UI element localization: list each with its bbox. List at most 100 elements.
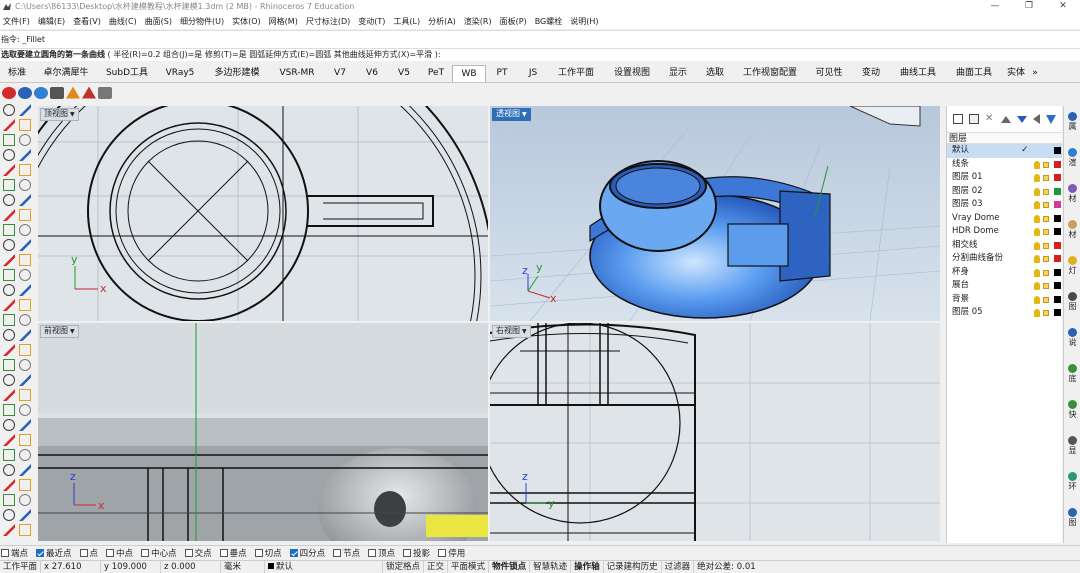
layer-name[interactable]: 默认	[952, 145, 969, 155]
layer-name[interactable]: 分割曲线备份	[952, 253, 1003, 263]
right-panel-tab[interactable]: 渲	[1064, 148, 1080, 168]
layer-lock-icon[interactable]	[1043, 310, 1049, 316]
tab-v7[interactable]: V7	[324, 65, 356, 82]
tool-button-icon[interactable]	[19, 404, 31, 416]
layer-name[interactable]: 图层 01	[952, 172, 983, 182]
tab-standard[interactable]: 标准	[0, 65, 34, 82]
layer-visibility-bulb-icon[interactable]	[1034, 160, 1040, 169]
osnap-checkbox[interactable]: 中点	[106, 547, 133, 559]
tool-button-icon[interactable]	[3, 389, 15, 401]
tool-button-icon[interactable]	[19, 209, 31, 221]
tool-button-icon[interactable]	[3, 119, 15, 131]
layer-name[interactable]: 杯身	[952, 267, 969, 277]
layer-lock-icon[interactable]	[1043, 242, 1049, 249]
material-sphere-icon[interactable]	[18, 86, 32, 99]
tool-button-icon[interactable]	[19, 494, 31, 506]
environment-sphere-icon[interactable]	[34, 86, 48, 99]
layer-name[interactable]: HDR Dome	[952, 226, 999, 236]
tool-button-icon[interactable]	[19, 194, 31, 206]
tool-button-icon[interactable]	[19, 179, 31, 191]
right-panel-tab[interactable]: 底	[1064, 364, 1080, 384]
chevron-down-icon[interactable]: ▼	[70, 111, 75, 118]
layer-color-swatch[interactable]	[1054, 228, 1061, 235]
tool-button-icon[interactable]	[3, 359, 15, 371]
render-sphere-icon[interactable]	[2, 86, 16, 99]
tab-pt[interactable]: PT	[486, 65, 518, 82]
menu-surface[interactable]: 曲面(S)	[145, 16, 172, 27]
tool-button-icon[interactable]	[3, 494, 15, 506]
tool-button-icon[interactable]	[3, 479, 15, 491]
menu-dimension[interactable]: 尺寸标注(D)	[306, 16, 350, 27]
layer-visibility-bulb-icon[interactable]	[1034, 241, 1040, 250]
checkbox-icon[interactable]	[333, 548, 342, 557]
tool-button-icon[interactable]	[19, 269, 31, 281]
tool-button-icon[interactable]	[19, 119, 31, 131]
layer-visibility-bulb-icon[interactable]	[1034, 201, 1040, 209]
osnap-checkbox[interactable]: 点	[79, 547, 98, 559]
viewport-front-label[interactable]: 前视图 ▼	[40, 325, 79, 338]
command-options[interactable]: ( 半径(R)=0.2 组合(J)=是 修剪(T)=是 圆弧延伸方式(E)=圆弧…	[105, 50, 441, 59]
chevron-down-icon[interactable]: ▼	[522, 328, 527, 335]
menu-mesh[interactable]: 网格(M)	[269, 16, 298, 27]
menu-panels[interactable]: 面板(P)	[500, 16, 527, 27]
tab-vsr-mr[interactable]: VSR-MR	[270, 65, 324, 82]
chevron-down-icon[interactable]: ▼	[522, 111, 527, 118]
tool-button-icon[interactable]	[3, 344, 15, 356]
layer-color-swatch[interactable]	[1054, 295, 1061, 303]
layer-color-swatch[interactable]	[1054, 187, 1061, 195]
tool-button-icon[interactable]	[19, 464, 31, 476]
tab-select[interactable]: 选取	[696, 65, 734, 82]
tab-viewport-layout[interactable]: 工作视窗配置	[734, 65, 806, 82]
osnap-checkbox[interactable]: 端点	[1, 547, 28, 559]
tab-display[interactable]: 显示	[660, 65, 696, 82]
tab-vray5[interactable]: VRay5	[156, 65, 204, 82]
osnap-checkbox[interactable]: 四分点	[289, 547, 325, 559]
tool-button-icon[interactable]	[19, 359, 31, 371]
move-left-icon[interactable]	[1033, 114, 1040, 124]
osnap-checkbox[interactable]: 中心点	[141, 547, 177, 559]
tab-set-view[interactable]: 设置视图	[604, 65, 660, 82]
status-history[interactable]: 记录建构历史	[604, 560, 662, 573]
tool-button-icon[interactable]	[3, 299, 15, 311]
layer-row[interactable]: Vray Dome	[947, 212, 1062, 226]
layer-color-swatch[interactable]	[1054, 268, 1061, 276]
checkbox-icon[interactable]	[438, 548, 447, 557]
layer-color-swatch[interactable]	[1054, 160, 1061, 168]
menu-transform[interactable]: 变动(T)	[358, 16, 385, 27]
layer-row[interactable]: 杯身	[947, 266, 1062, 280]
viewport-perspective-label[interactable]: 透视图 ▼	[492, 108, 531, 121]
checkbox-icon[interactable]	[254, 548, 263, 557]
status-osnap[interactable]: 物件锁点	[489, 560, 531, 573]
tool-button-icon[interactable]	[19, 164, 31, 176]
layer-visibility-bulb-icon[interactable]	[1034, 228, 1040, 236]
tool-button-icon[interactable]	[3, 524, 15, 536]
chevron-down-icon[interactable]: ▼	[70, 328, 75, 335]
tool-button-icon[interactable]	[3, 404, 15, 416]
tool-button-icon[interactable]	[3, 269, 15, 281]
status-layer[interactable]: 默认	[265, 560, 384, 573]
right-panel-tab[interactable]: 属	[1064, 112, 1080, 132]
tool-button-icon[interactable]	[3, 254, 15, 266]
tool-button-icon[interactable]	[3, 164, 15, 176]
menu-render[interactable]: 渲染(R)	[464, 16, 492, 27]
new-sublayer-icon[interactable]	[969, 114, 979, 124]
tool-button-icon[interactable]	[3, 239, 15, 251]
layer-lock-icon[interactable]	[1043, 296, 1049, 303]
viewport-top-label[interactable]: 顶视图 ▼	[40, 108, 79, 121]
tool-button-icon[interactable]	[3, 464, 15, 476]
tab-subd-tools[interactable]: SubD工具	[98, 65, 156, 82]
layer-row[interactable]: 背景	[947, 293, 1062, 307]
menu-edit[interactable]: 编辑(E)	[38, 16, 65, 27]
tab-zhuoer[interactable]: 卓尔满犀牛	[34, 65, 98, 82]
tool-button-icon[interactable]	[19, 299, 31, 311]
osnap-checkbox[interactable]: 交点	[184, 547, 212, 559]
layer-lock-icon[interactable]	[1043, 229, 1049, 235]
layer-lock-icon[interactable]	[1043, 175, 1049, 181]
restore-button[interactable]: ❐	[1012, 0, 1046, 13]
layer-visibility-bulb-icon[interactable]	[1034, 214, 1040, 223]
layer-visibility-bulb-icon[interactable]	[1034, 282, 1040, 290]
tool-button-icon[interactable]	[19, 134, 31, 146]
layer-lock-icon[interactable]	[1043, 188, 1049, 195]
viewport-front[interactable]: z x 前视图 ▼	[38, 323, 488, 541]
tool-button-icon[interactable]	[3, 224, 15, 236]
